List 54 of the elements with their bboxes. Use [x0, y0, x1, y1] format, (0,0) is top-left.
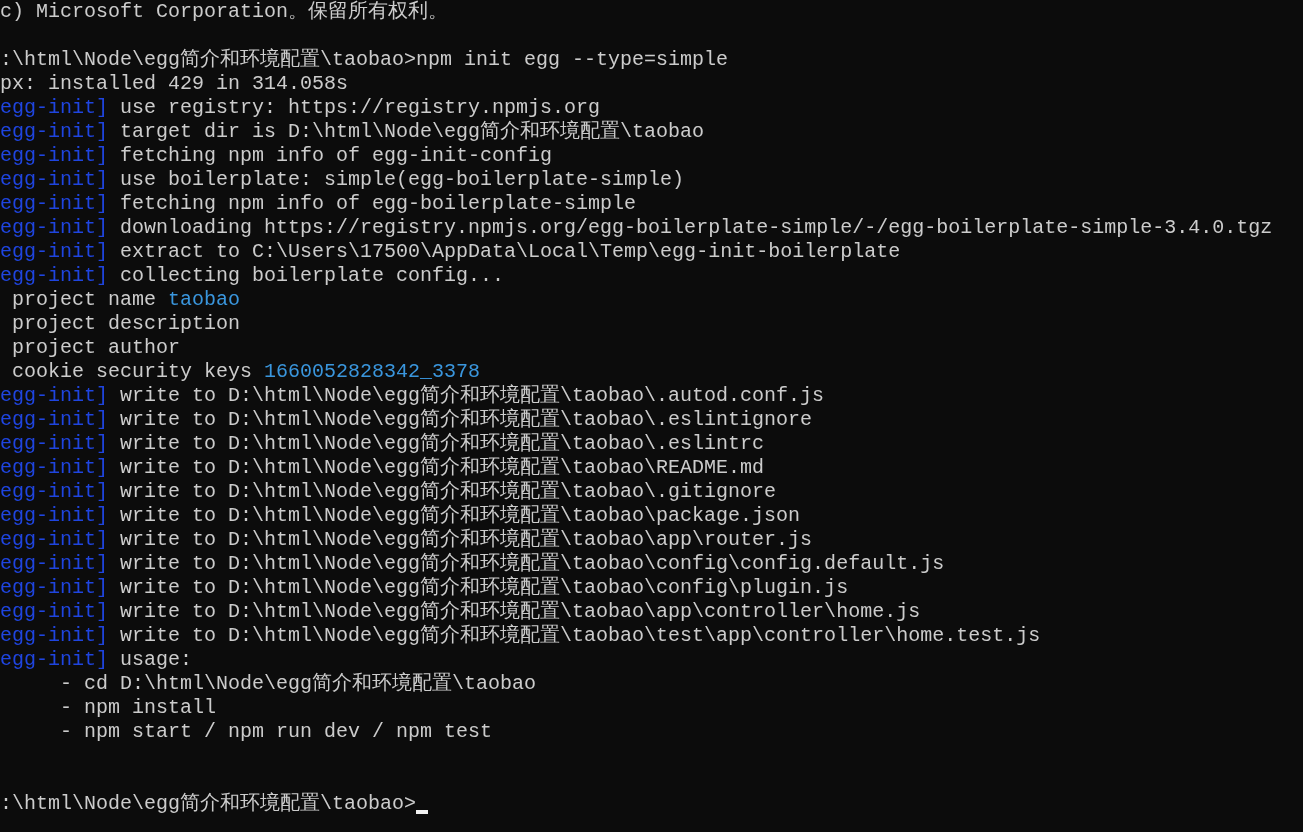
log-message: fetching npm info of egg-boilerplate-simple	[120, 192, 637, 216]
log-message: write to D:\html\Node\egg简介和环境配置\taobao\test\app\controller\home.test.js	[120, 624, 1041, 648]
prompt-path: :\html\Node\egg简介和环境配置\taobao>	[0, 48, 417, 72]
log-message: write to D:\html\Node\egg简介和环境配置\taobao\.gitignore	[120, 480, 777, 504]
log-message: write to D:\html\Node\egg简介和环境配置\taobao\package.json	[120, 504, 801, 528]
log-tag: egg-init]	[0, 264, 109, 288]
log-message: write to D:\html\Node\egg简介和环境配置\taobao\app\router.js	[120, 528, 813, 552]
log-tag: egg-init]	[0, 504, 109, 528]
output-line: px: installed 429 in 314.058s	[0, 72, 349, 96]
log-tag: egg-init]	[0, 120, 109, 144]
log-message: write to D:\html\Node\egg简介和环境配置\taobao\README.md	[120, 456, 765, 480]
log-message: collecting boilerplate config...	[120, 264, 505, 288]
log-tag: egg-init]	[0, 648, 109, 672]
log-message: use boilerplate: simple(egg-boilerplate-simple)	[120, 168, 685, 192]
log-tag: egg-init]	[0, 432, 109, 456]
log-message: use registry: https://registry.npmjs.org	[120, 96, 601, 120]
log-message: target dir is D:\html\Node\egg简介和环境配置\taobao	[120, 120, 705, 144]
log-message: usage:	[120, 648, 193, 672]
log-tag: egg-init]	[0, 408, 109, 432]
log-tag: egg-init]	[0, 96, 109, 120]
log-message: fetching npm info of egg-init-config	[120, 144, 553, 168]
log-message: extract to C:\Users\17500\AppData\Local\Temp\egg-init-boilerplate	[120, 240, 901, 264]
log-tag: egg-init]	[0, 384, 109, 408]
usage-line: - npm start / npm run dev / npm test	[60, 720, 493, 744]
output-line: c) Microsoft Corporation。保留所有权利。	[0, 0, 449, 24]
prompt-path: :\html\Node\egg简介和环境配置\taobao>	[0, 792, 417, 816]
log-tag: egg-init]	[0, 216, 109, 240]
log-tag: egg-init]	[0, 144, 109, 168]
prompt-label: project description	[12, 312, 241, 336]
log-tag: egg-init]	[0, 600, 109, 624]
command-text: npm init egg --type=simple	[416, 48, 729, 72]
log-tag: egg-init]	[0, 456, 109, 480]
log-message: write to D:\html\Node\egg简介和环境配置\taobao\config\config.default.js	[120, 552, 945, 576]
log-tag: egg-init]	[0, 192, 109, 216]
log-message: write to D:\html\Node\egg简介和环境配置\taobao\config\plugin.js	[120, 576, 849, 600]
log-message: write to D:\html\Node\egg简介和环境配置\taobao\.eslintignore	[120, 408, 813, 432]
usage-line: - cd D:\html\Node\egg简介和环境配置\taobao	[60, 672, 537, 696]
prompt-label: project name	[12, 288, 157, 312]
log-tag: egg-init]	[0, 480, 109, 504]
log-tag: egg-init]	[0, 240, 109, 264]
log-message: write to D:\html\Node\egg简介和环境配置\taobao\.autod.conf.js	[120, 384, 825, 408]
prompt-label: project author	[12, 336, 181, 360]
log-message: downloading https://registry.npmjs.org/egg-boilerplate-simple/-/egg-boilerplate-simple-3.4.0.tgz	[120, 216, 1273, 240]
usage-line: - npm install	[60, 696, 217, 720]
prompt-label: cookie security keys	[12, 360, 253, 384]
log-tag: egg-init]	[0, 528, 109, 552]
log-message: write to D:\html\Node\egg简介和环境配置\taobao\.eslintrc	[120, 432, 765, 456]
log-tag: egg-init]	[0, 552, 109, 576]
log-tag: egg-init]	[0, 576, 109, 600]
answer-value: taobao	[168, 288, 241, 312]
log-tag: egg-init]	[0, 624, 109, 648]
log-tag: egg-init]	[0, 168, 109, 192]
answer-value: 1660052828342_3378	[264, 360, 481, 384]
log-message: write to D:\html\Node\egg简介和环境配置\taobao\app\controller\home.js	[120, 600, 921, 624]
